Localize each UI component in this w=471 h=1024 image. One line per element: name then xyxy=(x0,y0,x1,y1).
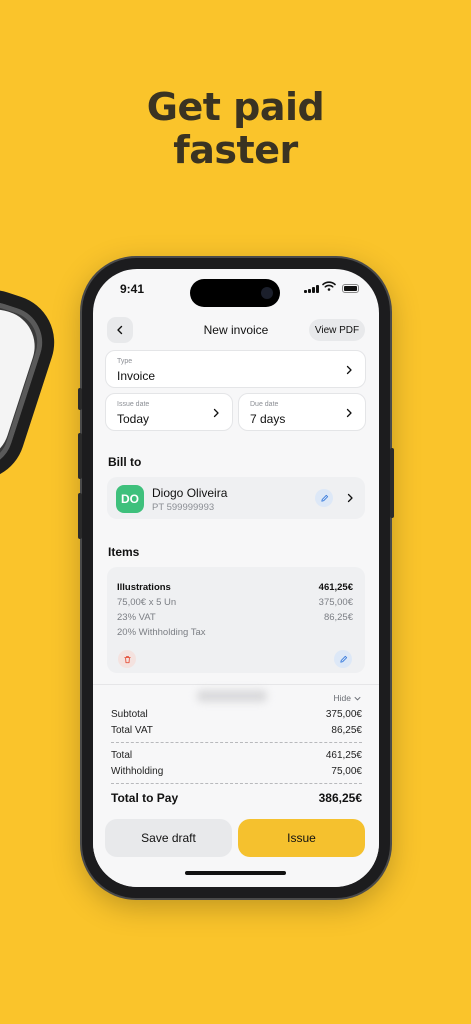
item-vat-row: 23% VAT 86,25€ xyxy=(117,612,353,623)
camera-icon xyxy=(261,287,273,299)
trash-icon xyxy=(123,655,131,663)
due-date-label: Due date xyxy=(250,401,279,408)
item-name: Illustrations xyxy=(117,582,171,593)
background-phone-illustration xyxy=(0,277,67,493)
issue-button[interactable]: Issue xyxy=(238,819,365,857)
type-label: Type xyxy=(117,358,133,365)
item-withholding-line: 20% Withholding Tax xyxy=(117,627,206,638)
app-screen: 9:41 New invoice View PDF Type Invoice I… xyxy=(93,269,379,887)
phone-mute-switch xyxy=(78,388,82,410)
blurred-content xyxy=(197,690,267,702)
issue-date-value: Today xyxy=(117,412,150,426)
edit-client-button[interactable] xyxy=(315,489,333,507)
item-vat-total: 86,25€ xyxy=(323,612,353,623)
item-quantity-row: 75,00€ x 5 Un 375,00€ xyxy=(117,597,353,608)
total-vat-row: Total VAT 86,25€ xyxy=(111,725,362,736)
chevron-right-icon xyxy=(213,408,219,418)
withholding-label: Withholding xyxy=(111,766,164,777)
total-vat-value: 86,25€ xyxy=(331,725,362,736)
type-field[interactable]: Type Invoice xyxy=(105,350,366,388)
status-time: 9:41 xyxy=(120,282,145,296)
client-avatar: DO xyxy=(116,485,144,513)
total-to-pay-label: Total to Pay xyxy=(111,791,179,805)
subtotal-row: Subtotal 375,00€ xyxy=(111,709,362,720)
divider xyxy=(111,742,362,743)
item-qty-line: 75,00€ x 5 Un xyxy=(117,597,177,608)
due-date-field[interactable]: Due date 7 days xyxy=(238,393,366,431)
subtotal-label: Subtotal xyxy=(111,709,148,720)
items-heading: Items xyxy=(108,545,140,559)
phone-power-button xyxy=(390,448,394,518)
issue-date-label: Issue date xyxy=(117,401,150,408)
invoice-item-card[interactable]: Illustrations 461,25€ 75,00€ x 5 Un 375,… xyxy=(107,567,365,673)
total-value: 461,25€ xyxy=(325,750,362,761)
save-draft-button[interactable]: Save draft xyxy=(105,819,232,857)
phone-volume-up xyxy=(78,433,82,479)
chevron-down-icon xyxy=(354,696,361,700)
due-date-value: 7 days xyxy=(250,412,286,426)
divider xyxy=(111,783,362,784)
nav-bar: New invoice View PDF xyxy=(107,317,365,345)
headline: Get paid faster xyxy=(0,86,471,172)
hide-label: Hide xyxy=(333,693,351,703)
item-title-row: Illustrations 461,25€ xyxy=(117,582,353,593)
delete-item-button[interactable] xyxy=(118,650,136,668)
battery-icon xyxy=(342,284,359,293)
issue-date-field[interactable]: Issue date Today xyxy=(105,393,233,431)
item-withholding-row: 20% Withholding Tax xyxy=(117,627,353,638)
phone-frame: 9:41 New invoice View PDF Type Invoice I… xyxy=(78,258,394,898)
status-bar: 9:41 xyxy=(93,269,379,309)
total-vat-label: Total VAT xyxy=(111,725,153,736)
home-indicator[interactable] xyxy=(185,871,286,875)
chevron-right-icon xyxy=(346,408,352,418)
headline-line-2: faster xyxy=(173,128,298,172)
phone-volume-down xyxy=(78,493,82,539)
withholding-value: 75,00€ xyxy=(331,766,362,777)
signal-icon xyxy=(304,285,319,293)
chevron-right-icon xyxy=(347,493,353,503)
pencil-icon xyxy=(339,655,347,663)
wifi-icon xyxy=(322,281,336,291)
dynamic-island xyxy=(190,279,280,307)
client-tax-id: PT 599999993 xyxy=(152,502,215,513)
withholding-row: Withholding 75,00€ xyxy=(111,766,362,777)
client-card[interactable]: DO Diogo Oliveira PT 599999993 xyxy=(107,477,365,519)
item-qty-total: 375,00€ xyxy=(318,597,353,608)
total-row: Total 461,25€ xyxy=(111,750,362,761)
bill-to-heading: Bill to xyxy=(108,455,142,469)
hide-summary-toggle[interactable]: Hide xyxy=(334,693,361,703)
edit-item-button[interactable] xyxy=(334,650,352,668)
total-to-pay-row: Total to Pay 386,25€ xyxy=(111,791,362,805)
total-to-pay-value: 386,25€ xyxy=(318,791,362,805)
client-name: Diogo Oliveira xyxy=(152,486,228,500)
item-vat-line: 23% VAT xyxy=(117,612,156,623)
headline-line-1: Get paid xyxy=(146,85,325,129)
chevron-right-icon xyxy=(346,365,352,375)
subtotal-value: 375,00€ xyxy=(325,709,362,720)
pencil-icon xyxy=(320,494,328,502)
view-pdf-button[interactable]: View PDF xyxy=(309,319,365,341)
item-total: 461,25€ xyxy=(318,582,353,593)
type-value: Invoice xyxy=(117,369,156,383)
total-label: Total xyxy=(111,750,133,761)
